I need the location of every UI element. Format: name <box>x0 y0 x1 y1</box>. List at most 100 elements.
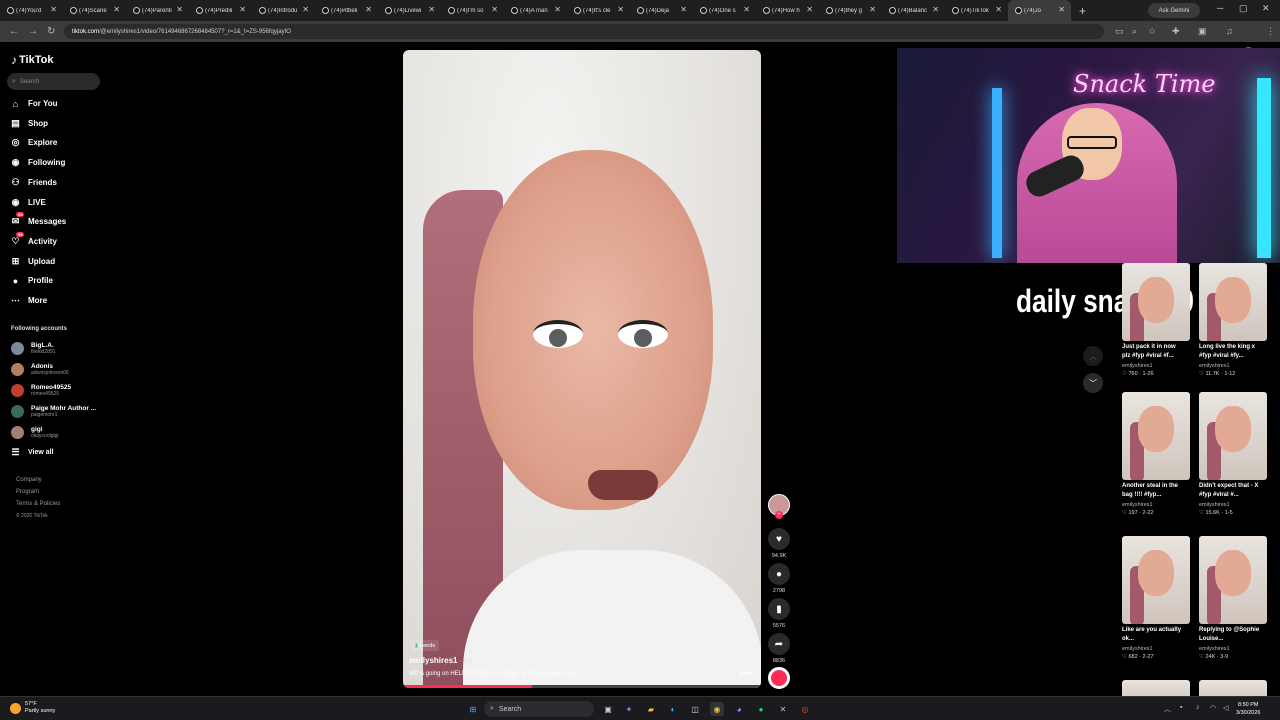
related-video-user[interactable]: emilyshires1 <box>1199 646 1269 652</box>
xbox-icon[interactable]: ✕ <box>776 702 790 716</box>
sidebar-item-following[interactable]: ◉ Following <box>10 157 66 168</box>
related-video-card[interactable]: Long live the king x #fyp #viral #fy... e… <box>1199 263 1269 377</box>
video-progress-bar[interactable] <box>403 685 761 688</box>
ask-gemini-button[interactable]: Ask Gemini <box>1148 3 1200 18</box>
zoom-icon[interactable]: ⌕ <box>1132 26 1137 37</box>
address-bar[interactable]: tiktok.com/@emilyshires1/video/761494686… <box>64 24 1104 39</box>
following-account[interactable]: gigi okaycoolgigi <box>11 426 59 439</box>
following-account[interactable]: Paige Mohr Author ... paigemohr1 <box>11 405 96 418</box>
wifi-icon[interactable]: ◠ <box>1210 704 1216 712</box>
media-icon[interactable]: ♫ <box>1226 26 1233 36</box>
back-icon[interactable]: ← <box>9 26 19 37</box>
browser-tab[interactable]: (74)Livewi ✕ <box>378 0 441 21</box>
tiktok-logo[interactable]: ♪ TikTok <box>11 53 53 67</box>
tab-close-icon[interactable]: ✕ <box>113 5 120 14</box>
comment-button[interactable]: ● 2798 <box>768 563 790 594</box>
related-video-user[interactable]: emilyshires1 <box>1122 502 1192 508</box>
extensions-icon[interactable]: ✚ <box>1172 26 1180 37</box>
close-window-icon[interactable]: ✕ <box>1262 3 1270 14</box>
tab-close-icon[interactable]: ✕ <box>239 5 246 14</box>
sidebar-item-upload[interactable]: ⊞ Upload <box>10 256 55 267</box>
caption-more-button[interactable]: more <box>738 671 753 677</box>
following-account[interactable]: Romeo49525 romeo49525 <box>11 384 71 397</box>
share-button[interactable]: ➦ 8836 <box>768 633 790 664</box>
following-account[interactable]: Adonis adonisjohnson06 <box>11 363 69 376</box>
related-video-card[interactable]: Replying to @Sophie Louise... emilyshires… <box>1199 536 1269 660</box>
video-thumbnail[interactable] <box>1199 392 1267 480</box>
related-video-card[interactable]: Just pack it in now plz #fyp #viral #f..… <box>1122 263 1192 377</box>
browser-tab[interactable]: (74)A man ✕ <box>504 0 567 21</box>
video-thumbnail[interactable] <box>1199 536 1267 624</box>
related-video-card[interactable]: Didn't expect that - X #fyp #viral #... e… <box>1199 392 1269 516</box>
following-account[interactable]: BigL.A. thekid2891 <box>11 342 55 355</box>
video-author[interactable]: emilyshires1 · 3-8 <box>409 656 472 665</box>
related-video-card[interactable]: Another steal in the bag !!!! #fyp... emi… <box>1122 392 1192 516</box>
video-player[interactable]: ▮ Leeds emilyshires1 · 3-8 Wtf is going … <box>403 50 761 688</box>
obs-icon[interactable]: ◎ <box>798 702 812 716</box>
video-thumbnail[interactable] <box>1122 536 1190 624</box>
tab-close-icon[interactable]: ✕ <box>428 5 435 14</box>
tab-close-icon[interactable]: ✕ <box>680 5 687 14</box>
tray-chevron-icon[interactable]: ︿ <box>1164 704 1171 714</box>
browser-tab[interactable]: (74)It's cle ✕ <box>567 0 630 21</box>
tab-close-icon[interactable]: ✕ <box>932 5 939 14</box>
volume-icon[interactable]: ◁ <box>1223 704 1228 712</box>
sidebar-item-activity[interactable]: ♡ 99 Activity <box>10 231 57 247</box>
tab-close-icon[interactable]: ✕ <box>365 5 372 14</box>
discord-icon[interactable]: ◕ <box>732 702 746 716</box>
weather-widget[interactable]: 57°F Partly sunny <box>10 701 55 715</box>
tab-close-icon[interactable]: ✕ <box>617 5 624 14</box>
sidebar-item-live[interactable]: ◉ LIVE <box>10 197 46 208</box>
tab-close-icon[interactable]: ✕ <box>1058 5 1065 14</box>
sidebar-item-profile[interactable]: ● Profile <box>10 275 53 286</box>
video-thumbnail[interactable] <box>1199 263 1267 341</box>
bookmark-star-icon[interactable]: ☆ <box>1148 26 1156 37</box>
file-explorer-icon[interactable]: ▰ <box>644 702 658 716</box>
sidebar-item-shop[interactable]: ▤ Shop <box>10 118 48 129</box>
browser-tab[interactable]: (74)How h ✕ <box>756 0 819 21</box>
previous-video-button[interactable]: ︿ <box>1083 346 1103 366</box>
edge-icon[interactable]: ◐ <box>666 702 680 716</box>
related-video-card[interactable]: Like are you actually ok... emilyshires1 ♡… <box>1122 536 1192 660</box>
tab-close-icon[interactable]: ✕ <box>554 5 561 14</box>
sidepanel-icon[interactable]: ▣ <box>1198 26 1207 37</box>
sidebar-item-messages[interactable]: ✉ 53 Messages <box>10 212 66 227</box>
sidebar-item-explore[interactable]: ◎ Explore <box>10 137 58 148</box>
mic-icon[interactable]: ♪ <box>1196 704 1200 711</box>
like-button[interactable]: ♥ 94.9K <box>768 528 790 559</box>
related-video-title[interactable]: Another steal in the bag !!!! #fyp... <box>1122 482 1184 500</box>
video-thumbnail[interactable] <box>1122 680 1190 696</box>
new-tab-icon[interactable]: + <box>1079 4 1086 18</box>
related-video-title[interactable]: Replying to @Sophie Louise... <box>1199 626 1261 644</box>
video-thumbnail[interactable] <box>1122 392 1190 480</box>
related-video-title[interactable]: Long live the king x #fyp #viral #fy... <box>1199 343 1261 361</box>
taskbar-search[interactable]: ⌕ Search <box>484 701 594 717</box>
related-video-user[interactable]: emilyshires1 <box>1122 363 1192 369</box>
related-video-user[interactable]: emilyshires1 <box>1199 363 1269 369</box>
sidebar-item-for-you[interactable]: ⌂ For You <box>10 98 58 109</box>
cast-icon[interactable]: ▭ <box>1115 26 1124 37</box>
footer-link[interactable]: Program <box>16 489 39 495</box>
browser-tab[interactable]: (74)Balanc ✕ <box>882 0 945 21</box>
browser-tab[interactable]: (74)Jo ✕ <box>1008 0 1071 21</box>
browser-tab[interactable]: (74)#itbeli ✕ <box>315 0 378 21</box>
maximize-icon[interactable]: ▢ <box>1239 3 1248 14</box>
related-video-title[interactable]: Just pack it in now plz #fyp #viral #f..… <box>1122 343 1184 361</box>
browser-tab[interactable]: (74)I'm so ✕ <box>441 0 504 21</box>
follow-plus-icon[interactable]: + <box>775 511 783 519</box>
related-video-user[interactable]: emilyshires1 <box>1122 646 1192 652</box>
related-video-user[interactable]: emilyshires1 <box>1199 502 1269 508</box>
copilot-icon[interactable]: ✦ <box>622 702 636 716</box>
browser-tab[interactable]: (74)Deja ✕ <box>630 0 693 21</box>
forward-icon[interactable]: → <box>28 26 38 37</box>
tab-close-icon[interactable]: ✕ <box>302 5 309 14</box>
save-button[interactable]: ▮ 5576 <box>768 598 790 629</box>
music-disc-icon[interactable] <box>768 667 790 689</box>
task-view-icon[interactable]: ▣ <box>601 702 615 716</box>
video-thumbnail[interactable] <box>1122 263 1190 341</box>
tab-close-icon[interactable]: ✕ <box>995 5 1002 14</box>
system-clock[interactable]: 8:50 PM 3/30/2026 <box>1236 701 1260 717</box>
chrome-icon[interactable]: ◉ <box>710 702 724 716</box>
browser-tab[interactable]: (74)You'd ✕ <box>0 0 63 21</box>
minimize-icon[interactable]: ─ <box>1217 3 1223 13</box>
